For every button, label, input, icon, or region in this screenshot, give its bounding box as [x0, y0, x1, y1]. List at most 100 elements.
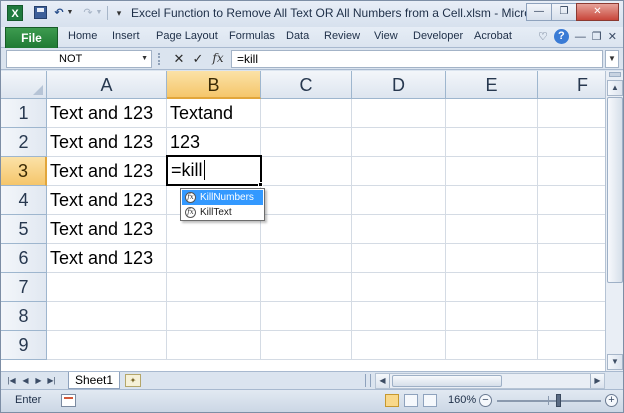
- cell-e3[interactable]: [446, 157, 538, 186]
- name-box-dropdown-icon[interactable]: ▼: [141, 51, 148, 67]
- name-box[interactable]: NOT ▼: [6, 50, 152, 68]
- insert-function-icon[interactable]: fx: [209, 50, 227, 68]
- vertical-scroll-thumb[interactable]: [607, 97, 623, 283]
- cell-e7[interactable]: [446, 273, 538, 302]
- cell-e9[interactable]: [446, 331, 538, 360]
- cell-e6[interactable]: [446, 244, 538, 273]
- cell-a2[interactable]: Text and 123: [47, 128, 167, 157]
- autocomplete-item-killtext[interactable]: fx KillText: [182, 205, 263, 220]
- tab-review[interactable]: Review: [324, 30, 360, 42]
- cell-a7[interactable]: [47, 273, 167, 302]
- row-header-4[interactable]: 4: [1, 186, 47, 215]
- cell-e4[interactable]: [446, 186, 538, 215]
- zoom-out-icon[interactable]: −: [479, 394, 492, 407]
- row-header-3[interactable]: 3: [1, 157, 47, 186]
- tab-insert[interactable]: Insert: [112, 30, 140, 42]
- scroll-down-icon[interactable]: ▼: [607, 354, 623, 370]
- row-header-7[interactable]: 7: [1, 273, 47, 302]
- cell-d7[interactable]: [352, 273, 446, 302]
- horizontal-scrollbar[interactable]: ◀ ▶: [375, 373, 605, 389]
- enter-icon[interactable]: ✓: [189, 50, 207, 68]
- excel-icon[interactable]: X: [7, 5, 23, 21]
- row-header-9[interactable]: 9: [1, 331, 47, 360]
- zoom-slider-track[interactable]: [497, 400, 601, 402]
- cell-c7[interactable]: [261, 273, 352, 302]
- macro-record-icon[interactable]: [61, 394, 76, 407]
- formula-autocomplete-list[interactable]: fx KillNumbers fx KillText: [180, 188, 265, 221]
- sheet-tab-sheet1[interactable]: Sheet1: [68, 372, 120, 389]
- split-box[interactable]: [609, 72, 621, 77]
- cell-e8[interactable]: [446, 302, 538, 331]
- cell-f5[interactable]: [538, 215, 605, 244]
- cell-a6[interactable]: Text and 123: [47, 244, 167, 273]
- cell-d3[interactable]: [352, 157, 446, 186]
- tab-acrobat[interactable]: Acrobat: [474, 30, 512, 42]
- prev-sheet-icon[interactable]: ◀: [20, 374, 31, 387]
- cell-d5[interactable]: [352, 215, 446, 244]
- cell-b1[interactable]: Textand: [167, 99, 261, 128]
- cell-f2[interactable]: [538, 128, 605, 157]
- tab-file[interactable]: File: [5, 27, 58, 48]
- tab-view[interactable]: View: [374, 30, 398, 42]
- cell-d4[interactable]: [352, 186, 446, 215]
- column-header-e[interactable]: E: [446, 71, 538, 99]
- cell-b7[interactable]: [167, 273, 261, 302]
- close-button[interactable]: ✕: [576, 3, 619, 21]
- vertical-scrollbar[interactable]: ▲ ▼: [605, 71, 623, 371]
- next-sheet-icon[interactable]: ▶: [33, 374, 44, 387]
- cell-c2[interactable]: [261, 128, 352, 157]
- last-sheet-icon[interactable]: ▶|: [46, 374, 57, 387]
- worksheet-grid[interactable]: A B C D E F 1 2 3 4 5 6 7 8 9 Text and 1…: [1, 71, 605, 371]
- row-header-5[interactable]: 5: [1, 215, 47, 244]
- cell-d8[interactable]: [352, 302, 446, 331]
- cell-d2[interactable]: [352, 128, 446, 157]
- cell-d9[interactable]: [352, 331, 446, 360]
- expand-formula-bar-icon[interactable]: ▼: [605, 50, 619, 68]
- cell-f6[interactable]: [538, 244, 605, 273]
- fill-handle[interactable]: [258, 182, 263, 187]
- tab-split-handle[interactable]: [365, 374, 371, 387]
- column-header-b[interactable]: B: [167, 71, 261, 99]
- cell-a8[interactable]: [47, 302, 167, 331]
- row-header-2[interactable]: 2: [1, 128, 47, 157]
- cell-c4[interactable]: [261, 186, 352, 215]
- first-sheet-icon[interactable]: |◀: [6, 374, 17, 387]
- undo-icon[interactable]: ↶: [52, 5, 66, 21]
- row-header-6[interactable]: 6: [1, 244, 47, 273]
- redo-dropdown-icon[interactable]: ▼: [95, 5, 103, 21]
- help-icon[interactable]: ?: [553, 29, 569, 44]
- cell-b2[interactable]: 123: [167, 128, 261, 157]
- cell-c5[interactable]: [261, 215, 352, 244]
- cell-c1[interactable]: [261, 99, 352, 128]
- cell-a3[interactable]: Text and 123: [47, 157, 167, 186]
- row-header-8[interactable]: 8: [1, 302, 47, 331]
- cell-f8[interactable]: [538, 302, 605, 331]
- minimize-button[interactable]: —: [526, 3, 552, 21]
- formula-bar-grip[interactable]: [158, 53, 161, 65]
- cancel-icon[interactable]: ✕: [170, 50, 188, 68]
- tab-data[interactable]: Data: [286, 30, 309, 42]
- cell-f3[interactable]: [538, 157, 605, 186]
- zoom-in-icon[interactable]: +: [605, 394, 618, 407]
- cell-a5[interactable]: Text and 123: [47, 215, 167, 244]
- column-header-d[interactable]: D: [352, 71, 446, 99]
- scroll-up-icon[interactable]: ▲: [607, 80, 623, 96]
- cell-a4[interactable]: Text and 123: [47, 186, 167, 215]
- restore-button[interactable]: ❐: [551, 3, 577, 21]
- workbook-close-icon[interactable]: ✕: [608, 30, 617, 43]
- cell-f9[interactable]: [538, 331, 605, 360]
- cell-b6[interactable]: [167, 244, 261, 273]
- cell-f1[interactable]: [538, 99, 605, 128]
- active-cell-b3[interactable]: =kill: [166, 155, 262, 186]
- cell-b9[interactable]: [167, 331, 261, 360]
- save-icon[interactable]: [32, 5, 48, 21]
- cell-a9[interactable]: [47, 331, 167, 360]
- tab-formulas[interactable]: Formulas: [229, 30, 275, 42]
- cell-b8[interactable]: [167, 302, 261, 331]
- scroll-right-icon[interactable]: ▶: [590, 374, 604, 388]
- page-break-view-icon[interactable]: [423, 394, 437, 407]
- minimize-ribbon-icon[interactable]: ♡: [538, 30, 548, 43]
- select-all-button[interactable]: [1, 71, 47, 99]
- customize-qat-icon[interactable]: ▾: [114, 5, 124, 21]
- cell-f7[interactable]: [538, 273, 605, 302]
